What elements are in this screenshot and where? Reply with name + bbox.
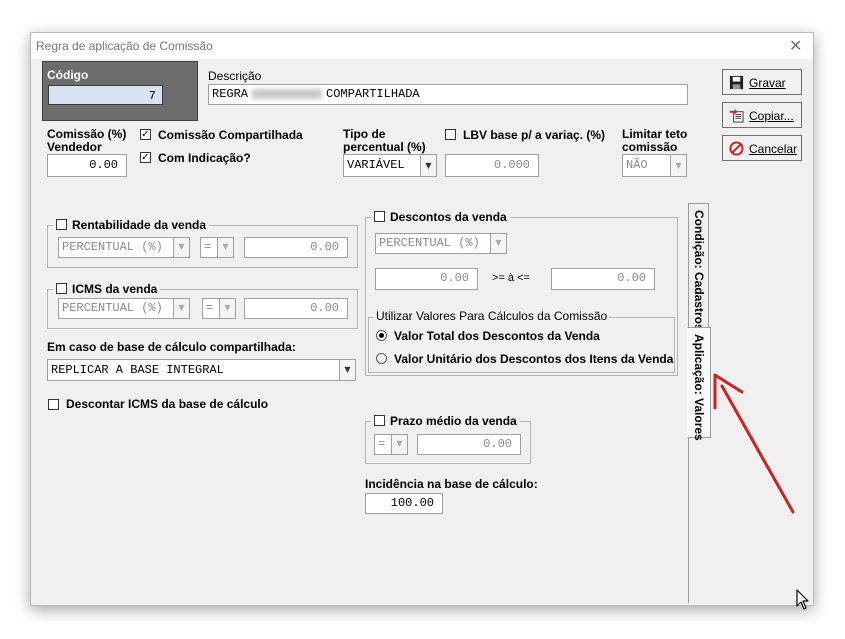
indicacao-label: Com Indicação? [158,151,251,165]
cancel-icon [729,141,744,156]
prazo-label: Prazo médio da venda [390,414,517,428]
utilizar-valores-legend: Utilizar Valores Para Cálculos da Comiss… [374,309,610,323]
comissao-label-line1: Comissão (%) [47,127,127,141]
descontar-icms-checkbox[interactable] [48,399,59,410]
tab-condicao-cadastros[interactable]: Condição: Cadastros [688,203,709,331]
tab-divider [688,438,689,603]
tab-condicao-cadastros-label: Condição: Cadastros [692,210,706,331]
rentabilidade-op-select[interactable]: = ▼ [200,237,234,258]
descontos-tipo-value: PERCENTUAL (%) [379,236,480,250]
descontos-legend: Descontos da venda [371,210,510,224]
descontos-min-field[interactable]: 0.00 [375,268,478,290]
icms-field[interactable]: 0.00 [244,298,348,319]
indicacao-checkbox[interactable]: ✓ [140,152,151,163]
annotation-arrow [713,373,795,514]
descontos-checkbox[interactable] [374,211,385,222]
mouse-cursor-icon [796,589,809,610]
base-compartilhada-select[interactable]: REPLICAR A BASE INTEGRAL ▼ [47,359,356,381]
floppy-disk-icon [729,75,744,90]
rentabilidade-tipo-value: PERCENTUAL (%) [62,240,163,254]
limitar-label-line2: comissão [622,140,678,154]
compartilhada-label: Comissão Compartilhada [158,128,303,142]
descontos-max-field[interactable]: 0.00 [551,268,655,290]
limitar-label-line1: Limitar teto [622,127,688,141]
valor-unitario-radio[interactable] [376,353,387,364]
descontar-icms-label: Descontar ICMS da base de cálculo [66,397,269,411]
prazo-field[interactable]: 0.00 [417,434,521,455]
descontos-tipo-select[interactable]: PERCENTUAL (%) ▼ [375,233,507,254]
tipo-percentual-select[interactable]: VARIÁVEL ▼ [343,154,437,177]
chevron-down-icon[interactable]: ▼ [173,238,189,257]
codigo-label: Código [47,68,89,82]
rentabilidade-field[interactable]: 0.00 [244,237,348,258]
rentabilidade-checkbox[interactable] [56,219,67,230]
rentabilidade-label: Rentabilidade da venda [72,218,207,232]
limitar-value: NÃO [626,158,648,172]
gravar-button[interactable]: Gravar [722,69,802,95]
descontos-label: Descontos da venda [390,210,507,224]
close-icon[interactable]: ✕ [789,36,802,55]
descricao-field[interactable]: REGRA COMPARTILHADA [208,84,688,105]
rentabilidade-op-value: = [204,240,212,254]
icms-tipo-value: PERCENTUAL (%) [62,301,163,315]
descontos-range-label: >= à <= [492,272,530,284]
incidencia-field[interactable]: 100.00 [365,493,443,514]
gravar-label: Gravar [749,76,786,90]
valor-total-radio[interactable] [376,330,387,341]
dialog-window: Regra de aplicação de Comissão ✕ Código … [30,32,814,606]
chevron-down-icon[interactable]: ▼ [339,360,355,380]
chevron-down-icon[interactable]: ▼ [217,238,233,257]
title-bar: Regra de aplicação de Comissão ✕ [31,33,813,59]
rentabilidade-legend: Rentabilidade da venda [53,218,210,232]
lbv-checkbox[interactable] [445,129,456,140]
chevron-down-icon[interactable]: ▼ [670,155,686,176]
chevron-down-icon[interactable]: ▼ [490,234,506,253]
valor-total-label: Valor Total dos Descontos da Venda [394,329,600,343]
window-title: Regra de aplicação de Comissão [36,39,213,53]
comissao-field[interactable]: 0.00 [47,154,127,177]
descricao-value-suffix: COMPARTILHADA [326,87,420,101]
prazo-checkbox[interactable] [374,415,385,426]
prazo-op-value: = [378,437,386,451]
chevron-down-icon[interactable]: ▼ [173,299,189,318]
base-compartilhada-value: REPLICAR A BASE INTEGRAL [51,363,224,377]
icms-tipo-select[interactable]: PERCENTUAL (%) ▼ [58,298,190,319]
icms-op-value: = [206,301,214,315]
cancelar-button[interactable]: Cancelar [722,135,802,161]
icms-checkbox[interactable] [56,283,67,294]
lbv-label: LBV base p/ a variaç. (%) [463,128,606,142]
codigo-panel: Código 7 [42,61,198,121]
limitar-select[interactable]: NÃO ▼ [622,154,687,177]
codigo-field[interactable]: 7 [48,85,163,105]
chevron-down-icon[interactable]: ▼ [391,435,407,454]
lbv-field[interactable]: 0.000 [445,154,539,177]
icms-label: ICMS da venda [72,282,158,296]
incidencia-label: Incidência na base de cálculo: [365,477,538,491]
icms-op-select[interactable]: = ▼ [202,298,236,319]
icms-legend: ICMS da venda [53,282,161,296]
prazo-op-select[interactable]: = ▼ [374,434,408,455]
compartilhada-checkbox[interactable]: ✓ [140,129,151,140]
copiar-button[interactable]: Copiar... [722,102,802,128]
comissao-label-line2: Vendedor [47,140,102,154]
tipo-percentual-label-line1: Tipo de [343,127,386,141]
tipo-percentual-label-line2: percentual (%) [343,140,426,154]
valor-unitario-label: Valor Unitário dos Descontos dos Itens d… [394,352,674,366]
prazo-legend: Prazo médio da venda [371,414,520,428]
rentabilidade-tipo-select[interactable]: PERCENTUAL (%) ▼ [58,237,190,258]
cancelar-label: Cancelar [749,142,798,156]
copy-icon [729,108,744,123]
base-compartilhada-label: Em caso de base de cálculo compartilhada… [47,340,296,354]
chevron-down-icon[interactable]: ▼ [219,299,235,318]
copiar-label: Copiar... [749,109,794,123]
redacted-text [252,88,323,99]
descricao-value-prefix: REGRA [212,87,249,101]
descricao-label: Descrição [208,69,262,83]
chevron-down-icon[interactable]: ▼ [420,155,436,176]
tipo-percentual-value: VARIÁVEL [347,158,405,172]
